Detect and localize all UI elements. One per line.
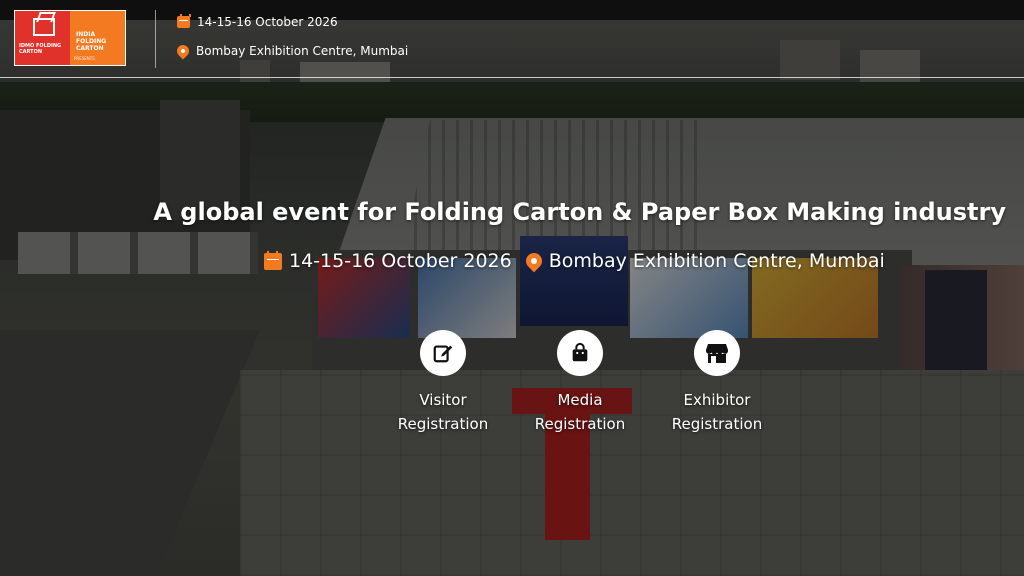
store-icon xyxy=(706,344,728,363)
hero-date: 14-15-16 October 2026 xyxy=(289,250,512,272)
media-icon-circle[interactable] xyxy=(557,330,603,376)
logo-left-panel: IDMO FOLDING CARTON xyxy=(15,11,70,65)
media-label-line1: Media xyxy=(557,391,603,409)
header-date-text: 14-15-16 October 2026 xyxy=(197,15,338,29)
header-location: Bombay Exhibition Centre, Mumbai xyxy=(174,42,409,60)
header-divider xyxy=(155,10,156,68)
visitor-label-line2: Registration xyxy=(397,415,489,433)
exhibitor-icon-circle[interactable] xyxy=(694,330,740,376)
edit-icon xyxy=(433,345,453,363)
logo-right-panel: INDIA FOLDING CARTON PRESENTS xyxy=(70,11,125,65)
media-registration-button[interactable]: Media Registration xyxy=(525,330,635,436)
exhibitor-registration-button[interactable]: Exhibitor Registration xyxy=(662,330,772,436)
carton-box-icon xyxy=(33,18,55,36)
media-label-line2: Registration xyxy=(534,415,626,433)
bag-icon xyxy=(572,342,588,362)
exhibitor-label-line2: Registration xyxy=(671,415,763,433)
calendar-icon xyxy=(264,250,282,270)
event-logo[interactable]: IDMO FOLDING CARTON INDIA FOLDING CARTON… xyxy=(14,10,126,66)
location-pin-icon xyxy=(174,42,192,60)
logo-right-text: INDIA FOLDING CARTON xyxy=(76,31,107,52)
header-location-text: Bombay Exhibition Centre, Mumbai xyxy=(196,44,409,58)
visitor-icon-circle[interactable] xyxy=(420,330,466,376)
visitor-label-line1: Visitor xyxy=(419,391,467,409)
hero-event-info: 14-15-16 October 2026 Bombay Exhibition … xyxy=(264,249,885,273)
hero-location: Bombay Exhibition Centre, Mumbai xyxy=(548,250,885,272)
dark-overlay xyxy=(0,0,1024,576)
calendar-icon xyxy=(177,14,191,28)
hero-headline: A global event for Folding Carton & Pape… xyxy=(153,198,1006,226)
header-date: 14-15-16 October 2026 xyxy=(177,14,338,29)
site-header: IDMO FOLDING CARTON INDIA FOLDING CARTON… xyxy=(0,0,1024,78)
hero-stage: IDMO FOLDING CARTON INDIA FOLDING CARTON… xyxy=(0,0,1024,576)
logo-sub-text: PRESENTS xyxy=(74,56,95,61)
location-pin-icon xyxy=(522,249,546,273)
logo-left-text: IDMO FOLDING CARTON xyxy=(19,43,62,55)
visitor-registration-button[interactable]: Visitor Registration xyxy=(388,330,498,436)
exhibitor-label-line1: Exhibitor xyxy=(683,391,751,409)
